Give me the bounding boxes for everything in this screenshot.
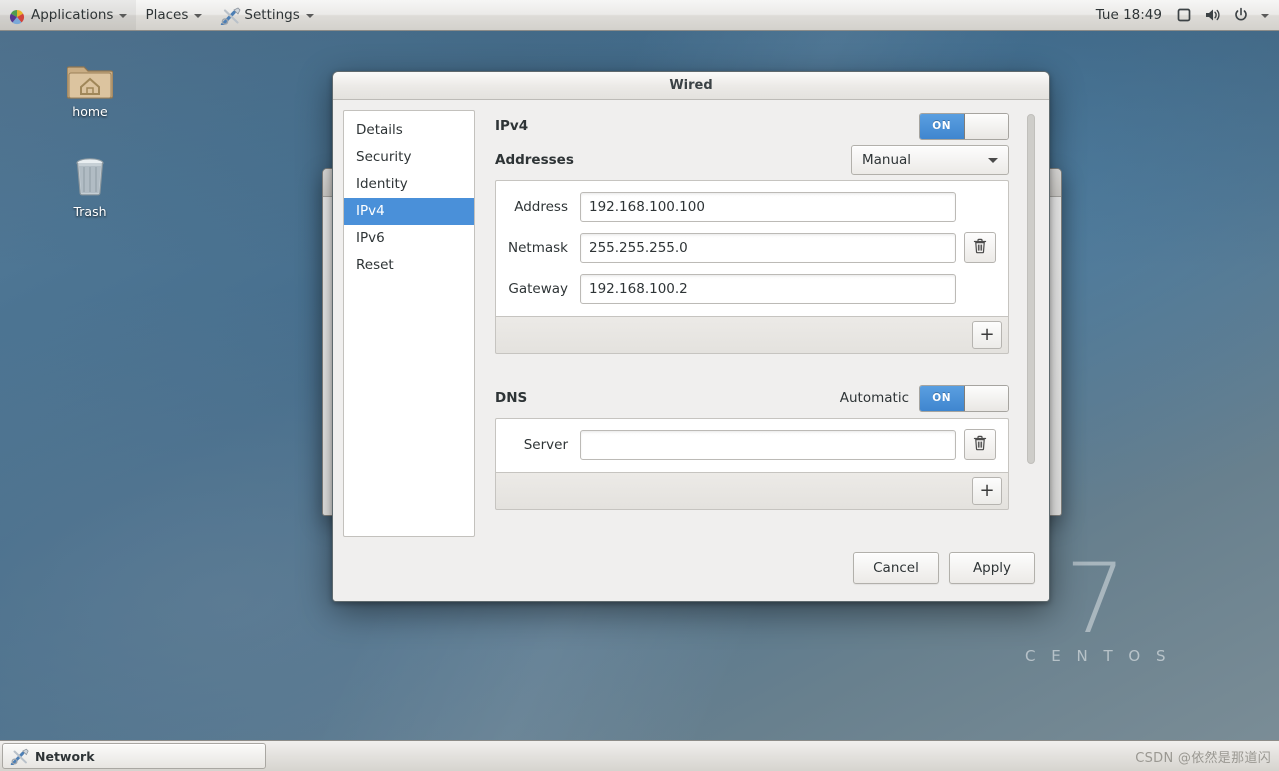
taskbar-item-label: Network (35, 748, 95, 764)
addresses-header-row: Addresses Manual (495, 145, 1009, 175)
dialog-titlebar[interactable]: Wired (333, 72, 1049, 100)
sidebar-item-reset[interactable]: Reset (344, 252, 474, 279)
sidebar-item-security[interactable]: Security (344, 144, 474, 171)
address-method-dropdown[interactable]: Manual (851, 145, 1009, 175)
chevron-down-icon (988, 157, 998, 163)
home-folder-icon (49, 48, 131, 100)
gateway-label: Gateway (508, 280, 568, 297)
clock[interactable]: Tue 18:49 (1088, 0, 1170, 30)
dns-server-row: Server (508, 429, 996, 460)
menu-places-label: Places (145, 7, 189, 23)
desktop-icon-home[interactable]: home (49, 48, 131, 119)
address-row: Address 192.168.100.100 (508, 191, 996, 222)
sidebar-item-label: Identity (356, 176, 408, 192)
address-spacer (964, 191, 996, 222)
chevron-down-icon[interactable] (1255, 0, 1275, 30)
volume-icon[interactable] (1198, 0, 1227, 30)
chevron-down-icon (119, 14, 128, 18)
menu-places[interactable]: Places (136, 0, 211, 30)
dialog-scrollbar-thumb[interactable] (1027, 114, 1035, 464)
tools-icon (220, 7, 241, 26)
taskbar-item-network[interactable]: Network (2, 743, 266, 769)
netmask-label: Netmask (508, 239, 568, 256)
display-icon[interactable] (1170, 0, 1198, 30)
watermark: CSDN @依然是那道闪 (1135, 750, 1271, 766)
chevron-down-icon (305, 14, 314, 18)
netmask-row: Netmask 255.255.255.0 (508, 232, 996, 263)
bottom-panel: Network CSDN @依然是那道闪 (0, 740, 1279, 771)
dialog-action-bar: Cancel Apply (333, 547, 1049, 601)
gateway-spacer (964, 273, 996, 304)
top-panel: Applications Places Settings Tue 18:49 (0, 0, 1279, 31)
dns-addbar: + (495, 472, 1009, 510)
sidebar-item-label: Reset (356, 257, 394, 273)
sidebar-item-label: Details (356, 122, 403, 138)
dialog-sidebar: Details Security Identity IPv4 IPv6 Rese… (343, 110, 475, 537)
switch-off-side (964, 385, 1008, 411)
addresses-addbar: + (495, 316, 1009, 354)
trash-icon (973, 238, 987, 258)
dialog-title: Wired (669, 78, 713, 93)
addresses-label: Addresses (495, 152, 574, 168)
ipv4-enable-switch[interactable]: ON (919, 112, 1009, 140)
switch-off-side (964, 113, 1008, 139)
ipv4-header-row: IPv4 ON (495, 112, 1009, 140)
menu-settings[interactable]: Settings (211, 0, 322, 30)
add-address-button[interactable]: + (972, 321, 1002, 349)
sidebar-item-details[interactable]: Details (344, 117, 474, 144)
desktop-icon-trash[interactable]: Trash (49, 148, 131, 219)
sidebar-item-label: IPv4 (356, 203, 385, 219)
dns-automatic-label: Automatic (839, 390, 909, 406)
cancel-button[interactable]: Cancel (853, 552, 939, 584)
trash-icon (49, 148, 131, 200)
dns-server-label: Server (523, 436, 568, 453)
ipv4-section-label: IPv4 (495, 118, 529, 134)
desktop-icon-label: Trash (73, 204, 107, 219)
content-scroll-area: IPv4 ON Addresses Manual Address 192.168… (495, 112, 1039, 510)
dns-server-input[interactable] (580, 429, 956, 460)
gateway-row: Gateway 192.168.100.2 (508, 273, 996, 304)
dialog-scrollbar[interactable] (1024, 110, 1037, 537)
switch-on-label: ON (920, 385, 965, 411)
gateway-input[interactable]: 192.168.100.2 (580, 273, 956, 304)
sidebar-item-ipv4[interactable]: IPv4 (344, 198, 474, 225)
menu-settings-label: Settings (244, 7, 300, 23)
chevron-down-icon (194, 14, 203, 18)
netmask-input[interactable]: 255.255.255.0 (580, 232, 956, 263)
delete-address-button[interactable] (964, 232, 996, 263)
address-label: Address (514, 198, 568, 215)
addresses-fieldbox: Address 192.168.100.100 Netmask 255.255.… (495, 180, 1009, 316)
dns-header-row: DNS Automatic ON (495, 384, 1009, 412)
dialog-content: IPv4 ON Addresses Manual Address 192.168… (475, 110, 1039, 537)
menu-applications[interactable]: Applications (0, 0, 137, 30)
switch-on-label: ON (920, 113, 965, 139)
sidebar-item-ipv6[interactable]: IPv6 (344, 225, 474, 252)
power-icon[interactable] (1227, 0, 1255, 30)
apply-button[interactable]: Apply (949, 552, 1035, 584)
sidebar-item-label: Security (356, 149, 412, 165)
tools-icon (10, 748, 30, 766)
menu-applications-label: Applications (31, 7, 114, 23)
trash-icon (973, 435, 987, 455)
dns-automatic-switch[interactable]: ON (919, 384, 1009, 412)
sidebar-item-identity[interactable]: Identity (344, 171, 474, 198)
delete-dns-button[interactable] (964, 429, 996, 460)
dns-section-label: DNS (495, 390, 528, 406)
wired-settings-dialog: Wired Details Security Identity IPv4 IPv… (332, 71, 1050, 602)
address-input[interactable]: 192.168.100.100 (580, 191, 956, 222)
desktop-icon-label: home (72, 104, 108, 119)
dns-fieldbox: Server (495, 418, 1009, 472)
dialog-body: Details Security Identity IPv4 IPv6 Rese… (333, 100, 1049, 547)
pinwheel-icon (9, 7, 25, 25)
add-dns-button[interactable]: + (972, 477, 1002, 505)
address-method-value: Manual (862, 152, 912, 168)
sidebar-item-label: IPv6 (356, 230, 385, 246)
